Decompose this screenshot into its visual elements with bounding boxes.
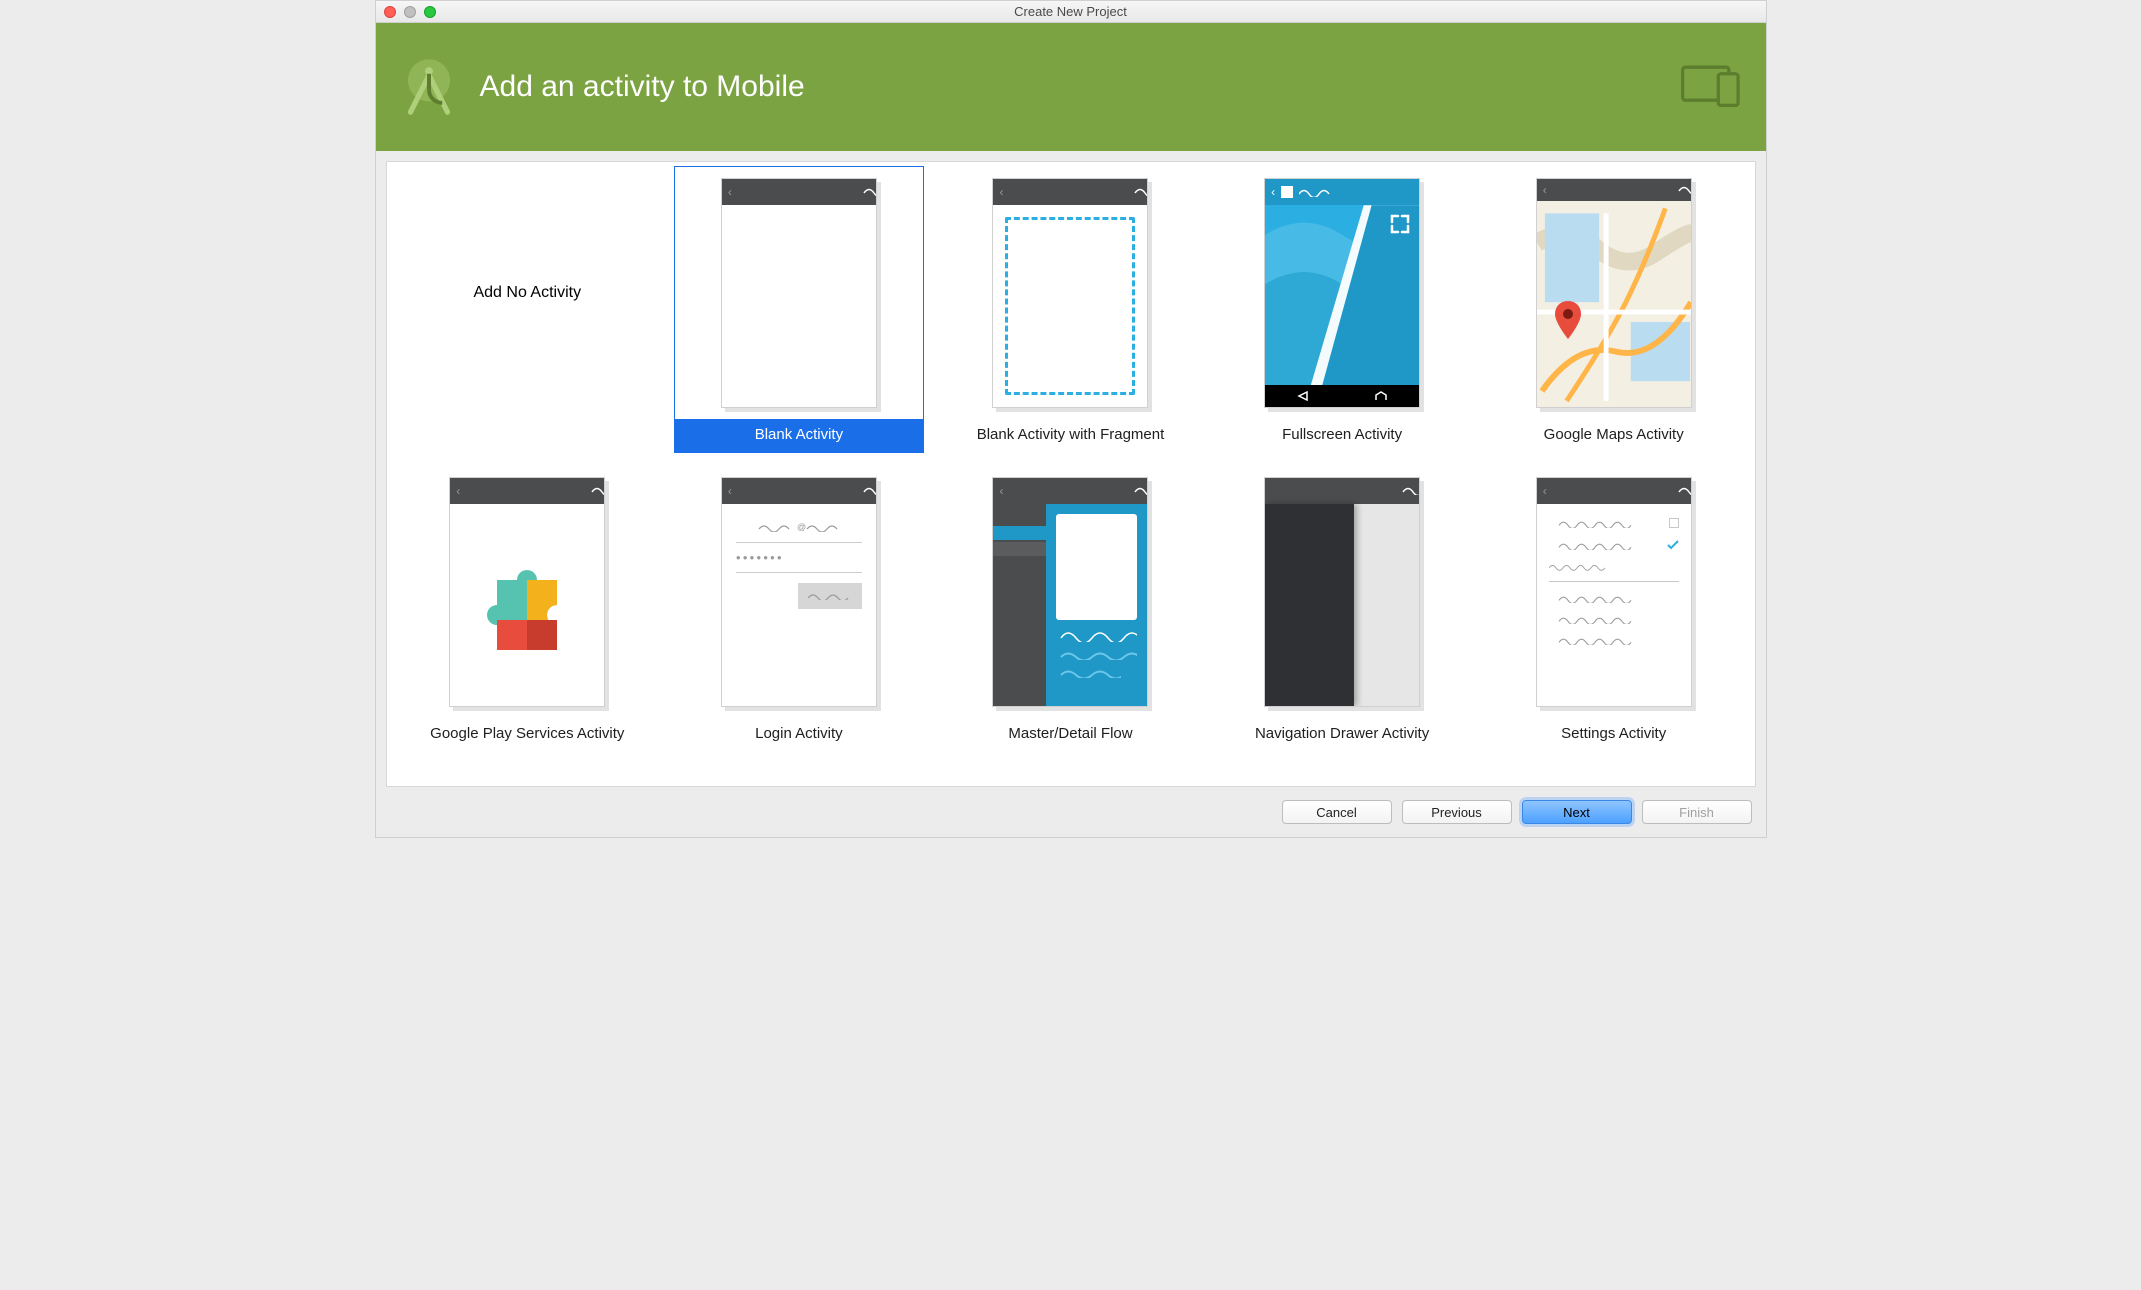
wizard-header: Add an activity to Mobile — [376, 23, 1766, 151]
activity-preview: ‹ @ ●●●●●●● — [721, 477, 877, 707]
wizard-content: Add No Activity . ‹ Blank Activity ‹ — [376, 151, 1766, 787]
fullscreen-expand-icon — [1389, 213, 1411, 235]
cancel-button[interactable]: Cancel — [1282, 800, 1392, 824]
activity-template-masterdetail[interactable]: ‹ Master/Detail Flow — [944, 463, 1198, 754]
activity-label: Login Activity — [674, 719, 924, 752]
title-squiggle — [472, 482, 605, 500]
android-studio-logo-icon — [396, 54, 462, 120]
wizard-step-title: Add an activity to Mobile — [480, 70, 805, 104]
svg-text:@: @ — [797, 522, 806, 532]
wizard-window: Create New Project Add an activity to Mo… — [375, 0, 1767, 838]
activity-preview — [1264, 477, 1420, 707]
activity-template-settings[interactable]: ‹ — [1487, 463, 1741, 754]
activity-template-navdrawer[interactable]: Navigation Drawer Activity — [1215, 463, 1469, 754]
wizard-footer: Cancel Previous Next Finish — [376, 787, 1766, 837]
home-nav-icon — [1374, 391, 1388, 401]
activity-preview: ‹ — [1536, 178, 1692, 408]
titlebar: Create New Project — [376, 1, 1766, 23]
activity-label: Fullscreen Activity — [1217, 420, 1467, 453]
activity-preview: ‹ — [449, 477, 605, 707]
back-chevron-icon: ‹ — [1543, 484, 1547, 498]
title-squiggle — [744, 183, 877, 201]
back-chevron-icon: ‹ — [999, 484, 1003, 498]
activity-template-none[interactable]: Add No Activity . — [401, 164, 655, 455]
activity-template-maps[interactable]: ‹ — [1487, 164, 1741, 455]
activity-label: Settings Activity — [1489, 719, 1739, 752]
previous-button[interactable]: Previous — [1402, 800, 1512, 824]
title-squiggle — [1015, 183, 1148, 201]
activity-template-play[interactable]: ‹ Google Play Services Activity — [401, 463, 655, 754]
activity-label: Master/Detail Flow — [946, 719, 1196, 752]
activity-label: Navigation Drawer Activity — [1217, 719, 1467, 752]
back-chevron-icon: ‹ — [456, 484, 460, 498]
back-chevron-icon: ‹ — [728, 185, 732, 199]
activity-template-panel: Add No Activity . ‹ Blank Activity ‹ — [386, 161, 1756, 787]
activity-preview: ‹ — [1536, 477, 1692, 707]
activity-label: Google Play Services Activity — [403, 719, 653, 752]
activity-label: Google Maps Activity — [1489, 420, 1739, 453]
activity-preview: ‹ — [992, 178, 1148, 408]
finish-button[interactable]: Finish — [1642, 800, 1752, 824]
back-chevron-icon: ‹ — [728, 484, 732, 498]
activity-preview: ‹ — [721, 178, 877, 408]
activity-template-fragment[interactable]: ‹ Blank Activity with Fragment — [944, 164, 1198, 455]
activity-label: Add No Activity — [473, 284, 581, 302]
activity-preview: ‹ — [1264, 178, 1420, 408]
window-title: Create New Project — [376, 4, 1766, 19]
back-chevron-icon: ‹ — [999, 185, 1003, 199]
map-pin-icon — [1555, 301, 1581, 341]
title-squiggle — [1015, 482, 1148, 500]
activity-label: Blank Activity — [674, 420, 924, 453]
next-button[interactable]: Next — [1522, 800, 1632, 824]
activity-preview: ‹ — [992, 477, 1148, 707]
back-chevron-icon: ‹ — [1543, 183, 1547, 197]
back-nav-icon — [1297, 391, 1311, 401]
play-services-puzzle-icon — [477, 550, 577, 660]
activity-label: Blank Activity with Fragment — [946, 420, 1196, 453]
activity-template-blank[interactable]: ‹ Blank Activity — [672, 164, 926, 455]
title-squiggle — [744, 482, 877, 500]
title-squiggle — [1559, 482, 1692, 500]
title-squiggle — [1559, 181, 1692, 199]
activity-template-fullscreen[interactable]: ‹ — [1215, 164, 1469, 455]
device-phone-tablet-icon — [1680, 61, 1746, 114]
activity-template-login[interactable]: ‹ @ ●●●●●●● Login Activity — [672, 463, 926, 754]
